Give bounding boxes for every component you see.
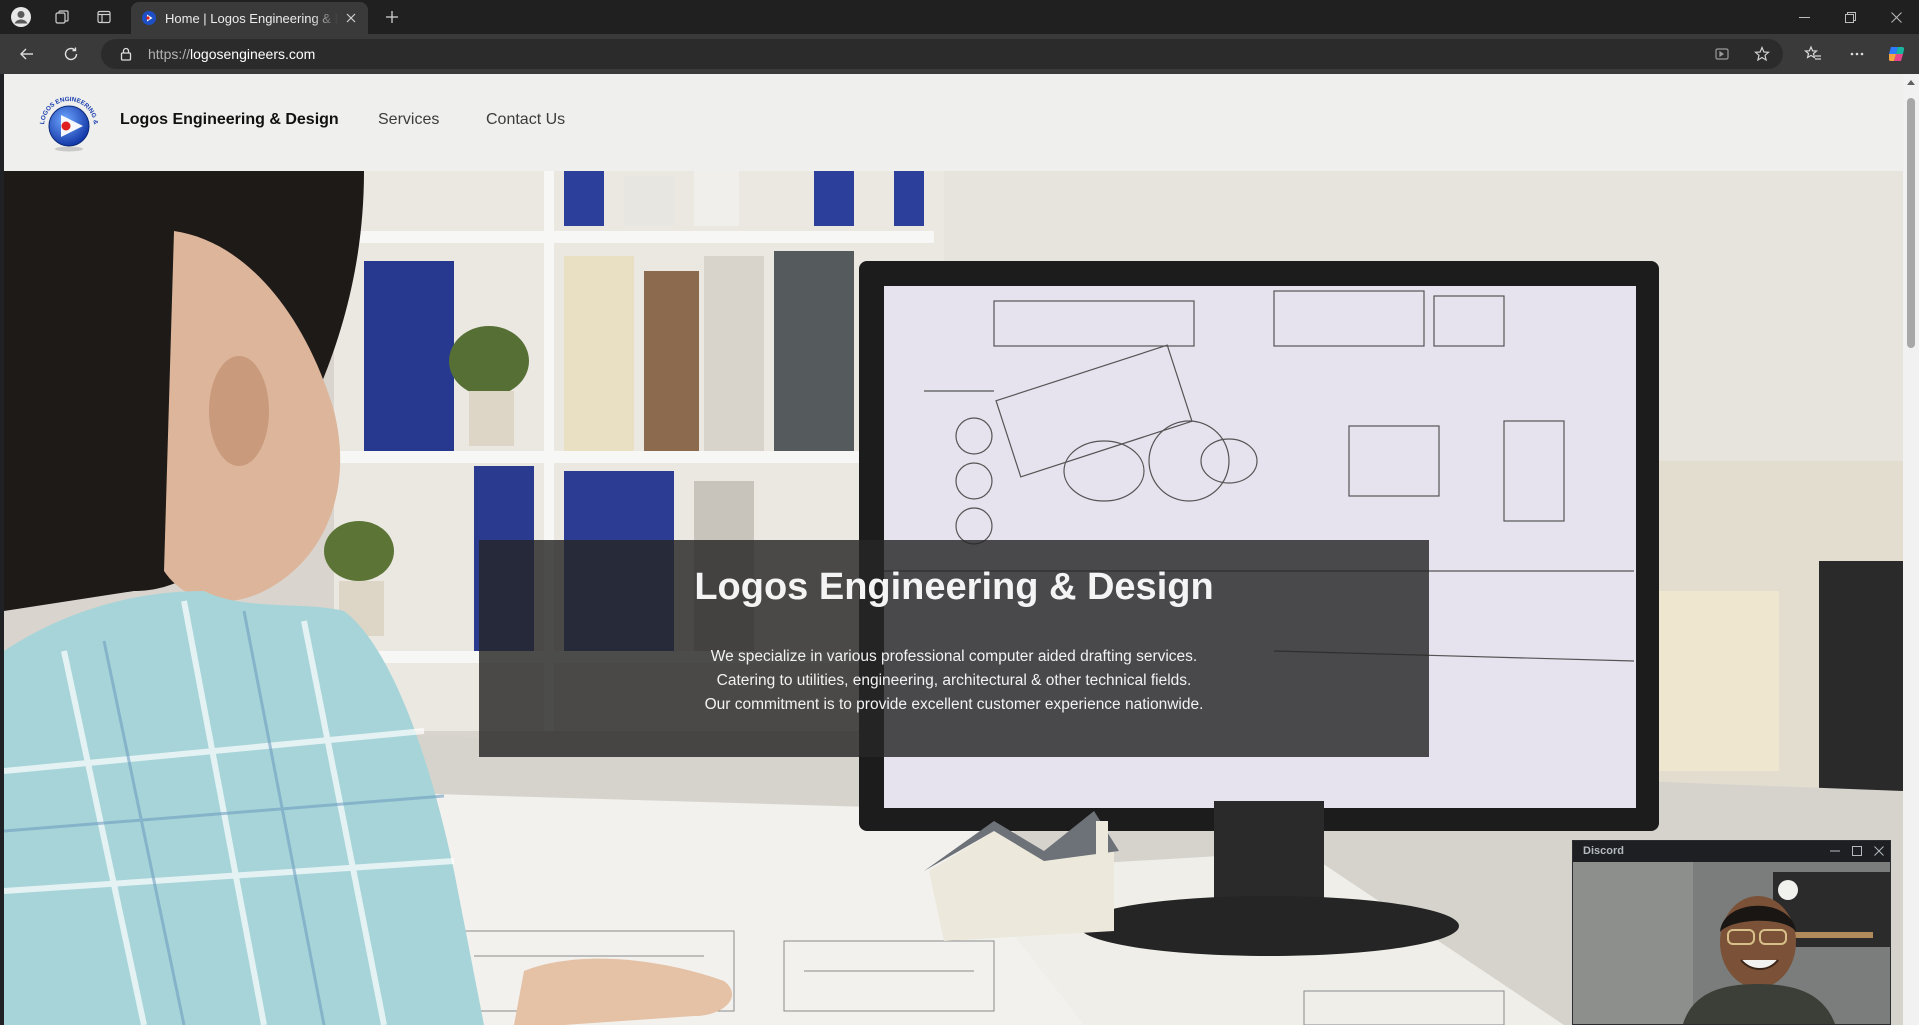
scroll-thumb[interactable] <box>1907 98 1915 348</box>
site-favicon-icon <box>142 11 156 25</box>
more-icon[interactable] <box>1845 42 1869 66</box>
brand-name[interactable]: Logos Engineering & Design <box>120 111 339 129</box>
browser-tab-strip: Home | Logos Engineering & Design <box>0 0 1919 34</box>
favorites-icon[interactable] <box>1801 42 1825 66</box>
nav-contact-us-link[interactable]: Contact Us <box>486 111 565 129</box>
hero-line-3: Our commitment is to provide excellent c… <box>704 696 1204 713</box>
scroll-up-arrow-icon[interactable] <box>1907 80 1915 85</box>
hero-title: Logos Engineering & Design <box>694 566 1214 608</box>
profile-icon[interactable] <box>9 5 33 29</box>
page-scrollbar[interactable] <box>1903 74 1919 1025</box>
discord-window-title: Discord <box>1583 845 1624 857</box>
copilot-icon[interactable] <box>1885 42 1909 66</box>
discord-popout-window[interactable]: Discord <box>1572 840 1891 1025</box>
site-header: LOGOS ENGINEERING & DESIGN Logos Enginee… <box>4 74 1903 171</box>
discord-title-bar[interactable]: Discord <box>1573 841 1890 862</box>
discord-close-icon[interactable] <box>1870 843 1888 859</box>
url-text[interactable]: https://logosengineers.com <box>148 46 315 62</box>
hero-line-2: Catering to utilities, engineering, arch… <box>716 672 1192 689</box>
browser-toolbar: https://logosengineers.com <box>0 34 1919 74</box>
workspaces-icon[interactable] <box>50 5 74 29</box>
hero-line-1: We specialize in various professional co… <box>710 648 1198 665</box>
address-bar[interactable]: https://logosengineers.com <box>101 39 1783 69</box>
company-logo[interactable]: LOGOS ENGINEERING & DESIGN <box>34 86 104 156</box>
discord-maximize-icon[interactable] <box>1848 843 1866 859</box>
lock-icon[interactable] <box>118 46 134 62</box>
discord-video-feed <box>1573 862 1890 1024</box>
webcam-image <box>1573 862 1890 1024</box>
minimize-icon[interactable] <box>1781 0 1827 34</box>
nav-services-link[interactable]: Services <box>378 111 439 129</box>
tab-title: Home | Logos Engineering & Design <box>165 10 338 26</box>
active-tab[interactable]: Home | Logos Engineering & Design <box>131 2 368 34</box>
read-aloud-icon[interactable] <box>1712 44 1732 64</box>
refresh-icon[interactable] <box>59 42 83 66</box>
back-arrow-left-icon[interactable] <box>15 42 39 66</box>
url-protocol: https:// <box>148 46 191 62</box>
tab-actions-icon[interactable] <box>92 5 116 29</box>
restore-icon[interactable] <box>1827 0 1873 34</box>
hero-description: We specialize in various professional co… <box>479 645 1429 717</box>
discord-minimize-icon[interactable] <box>1826 843 1844 859</box>
url-host: logosengineers.com <box>190 46 316 62</box>
favorite-star-icon[interactable] <box>1752 44 1772 64</box>
tab-close-icon[interactable] <box>342 9 360 27</box>
window-close-icon[interactable] <box>1873 0 1919 34</box>
hero-overlay: Logos Engineering & Design We specialize… <box>479 540 1429 757</box>
new-tab-plus-icon[interactable] <box>380 5 404 29</box>
